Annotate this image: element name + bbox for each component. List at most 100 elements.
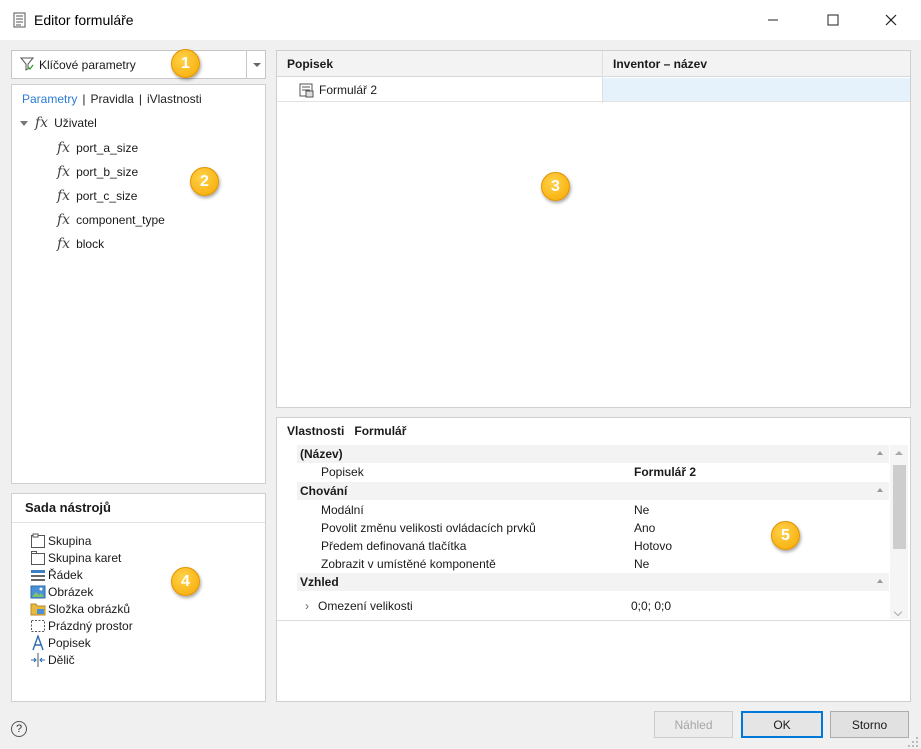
tree-item-parameter[interactable]: fx component_type	[57, 212, 165, 228]
toolbox-item-group[interactable]: Skupina	[30, 533, 91, 549]
tree-item-parameter[interactable]: fx port_a_size	[57, 140, 138, 156]
callout-badge: 5	[771, 521, 800, 550]
function-icon: fx	[57, 236, 71, 252]
window-title: Editor formuláře	[34, 12, 134, 28]
divider	[277, 620, 910, 621]
parameter-label: block	[76, 237, 105, 251]
property-category[interactable]: Chování	[297, 482, 889, 500]
ok-button[interactable]: OK	[741, 711, 823, 738]
property-name: Modální	[321, 503, 364, 517]
tab-separator: |	[82, 92, 86, 106]
properties-title: Vlastnosti	[287, 424, 345, 438]
properties-scrollbar[interactable]	[890, 445, 908, 619]
toolbox-item-empty-space[interactable]: Prázdný prostor	[30, 618, 133, 634]
filter-icon	[20, 57, 34, 71]
property-value[interactable]: Ne	[634, 557, 649, 571]
property-value[interactable]: Hotovo	[634, 539, 672, 553]
scrollbar-thumb[interactable]	[893, 465, 906, 549]
splitter-icon	[31, 653, 45, 667]
function-icon: fx	[35, 115, 49, 131]
collapse-icon[interactable]	[877, 488, 883, 492]
filter-label: Klíčové parametry	[39, 58, 136, 72]
property-name: Omezení velikosti	[318, 599, 413, 613]
group-icon	[31, 533, 45, 548]
function-icon: fx	[57, 140, 71, 156]
row-icon	[31, 570, 45, 581]
category-label: (Název)	[300, 447, 343, 461]
grid-header: Popisek Inventor – název	[277, 51, 910, 77]
toolbox-item-label: Dělič	[48, 653, 75, 667]
callout-badge: 3	[541, 172, 570, 201]
scroll-up-icon[interactable]	[895, 451, 903, 455]
tab-rules[interactable]: Pravidla	[90, 92, 133, 106]
form-editor-icon	[13, 12, 26, 28]
property-row[interactable]: › Omezení velikosti 0;0; 0;0	[297, 597, 889, 615]
property-category[interactable]: (Název)	[297, 445, 889, 463]
property-name: Zobrazit v umístěné komponentě	[321, 557, 496, 571]
expand-arrow-icon[interactable]	[20, 120, 28, 126]
minimize-icon	[768, 19, 778, 21]
toolbox-item-picture[interactable]: Obrázek	[30, 584, 93, 600]
toolbox-item-splitter[interactable]: Dělič	[30, 652, 75, 668]
resize-grip-icon[interactable]	[907, 736, 919, 748]
toolbox-item-label[interactable]: Popisek	[30, 635, 91, 651]
property-value[interactable]: Ne	[634, 503, 649, 517]
property-value[interactable]: Formulář 2	[634, 465, 696, 479]
toolbox-item-tab-group[interactable]: Skupina karet	[30, 550, 121, 566]
property-row[interactable]: Předem definovaná tlačítka Hotovo	[297, 537, 889, 555]
form-row-label: Formulář 2	[319, 83, 378, 97]
collapse-icon[interactable]	[877, 579, 883, 583]
property-name: Předem definovaná tlačítka	[321, 539, 467, 553]
parameters-panel	[11, 84, 266, 484]
parameter-label: port_b_size	[76, 165, 139, 179]
close-icon	[885, 14, 897, 26]
maximize-button[interactable]	[810, 0, 856, 40]
toolbox-item-row[interactable]: Řádek	[30, 567, 83, 583]
parameter-label: port_c_size	[76, 189, 138, 203]
tree-item-parameter[interactable]: fx port_b_size	[57, 164, 138, 180]
help-icon[interactable]: ?	[11, 721, 27, 737]
title-bar: Editor formuláře	[0, 0, 921, 40]
property-row[interactable]: Popisek Formulář 2	[297, 463, 889, 481]
close-button[interactable]	[868, 0, 914, 40]
table-row[interactable]: Formulář 2	[277, 78, 910, 102]
tree-group-label: Uživatel	[54, 116, 97, 130]
property-row[interactable]: Modální Ne	[297, 501, 889, 519]
toolbox-item-picture-folder[interactable]: Složka obrázků	[30, 601, 130, 617]
tree-item-parameter[interactable]: fx block	[57, 236, 104, 252]
parameter-filter-dropdown[interactable]: Klíčové parametry	[11, 50, 266, 79]
property-row[interactable]: Zobrazit v umístěné komponentě Ne	[297, 555, 889, 573]
property-value[interactable]: 0;0; 0;0	[631, 599, 671, 613]
callout-badge: 4	[171, 567, 200, 596]
minimize-button[interactable]	[750, 0, 796, 40]
dropdown-separator	[246, 51, 247, 78]
toolbox-item-label: Skupina karet	[48, 551, 122, 565]
inventor-name-cell[interactable]	[603, 78, 910, 101]
cancel-button[interactable]: Storno	[830, 711, 909, 738]
picture-icon	[30, 585, 46, 599]
column-header-label[interactable]: Popisek	[287, 57, 333, 71]
preview-button[interactable]: Náhled	[654, 711, 733, 738]
function-icon: fx	[57, 188, 71, 204]
property-value[interactable]: Ano	[634, 521, 655, 535]
toolbox-item-label: Prázdný prostor	[48, 619, 133, 633]
category-label: Vzhled	[300, 575, 339, 589]
column-header-inventor-name[interactable]: Inventor – název	[613, 57, 707, 71]
function-icon: fx	[57, 164, 71, 180]
property-category[interactable]: Vzhled	[297, 573, 889, 591]
scroll-down-icon[interactable]	[893, 607, 903, 617]
tab-parameters[interactable]: Parametry	[22, 92, 77, 106]
collapse-icon[interactable]	[877, 451, 883, 455]
tree-item-parameter[interactable]: fx port_c_size	[57, 188, 137, 204]
tab-iproperties[interactable]: iVlastnosti	[147, 92, 202, 106]
parameter-label: port_a_size	[76, 141, 139, 155]
empty-space-icon	[31, 620, 45, 632]
chevron-down-icon[interactable]	[253, 63, 261, 67]
chevron-right-icon[interactable]: ›	[305, 599, 309, 613]
function-icon: fx	[57, 212, 71, 228]
property-name: Povolit změnu velikosti ovládacích prvků	[321, 521, 536, 535]
tree-group-user[interactable]: fx Uživatel	[20, 115, 97, 131]
parameter-tabs: Parametry | Pravidla | iVlastnosti	[22, 92, 202, 106]
property-row[interactable]: Povolit změnu velikosti ovládacích prvků…	[297, 519, 889, 537]
tab-separator: |	[138, 92, 142, 106]
